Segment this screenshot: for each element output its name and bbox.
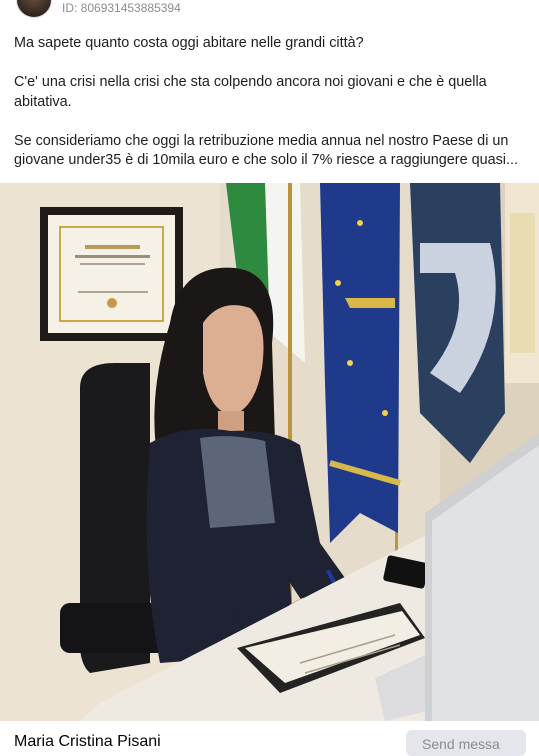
- post-photo[interactable]: [0, 183, 539, 721]
- post-paragraph: C'e' una crisi nella crisi che sta colpe…: [14, 74, 487, 110]
- avatar[interactable]: [16, 0, 52, 18]
- post-id: ID: 806931453885394: [62, 1, 181, 15]
- post-paragraph: Ma sapete quanto costa oggi abitare nell…: [14, 35, 364, 51]
- post-paragraph: Se consideriamo che oggi la retribuzione…: [14, 132, 518, 169]
- send-message-button[interactable]: Send messa: [406, 730, 526, 756]
- post-footer: Maria Cristina Pisani Send messa: [0, 722, 539, 756]
- author-name[interactable]: Maria Cristina Pisani: [14, 733, 161, 751]
- post-header: ID: 806931453885394: [0, 0, 539, 26]
- post-text: Ma sapete quanto costa oggi abitare nell…: [14, 34, 525, 171]
